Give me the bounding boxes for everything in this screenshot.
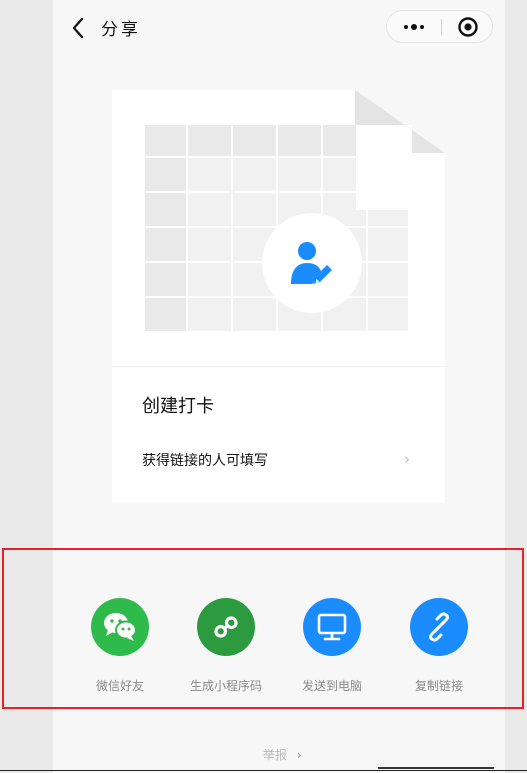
monitor-icon [303,598,361,656]
chevron-right-icon: › [296,748,302,762]
back-button[interactable] [67,16,89,40]
share-mini-program-code[interactable]: 生成小程序码 [181,598,271,694]
avatar [262,213,362,313]
link-icon [410,598,468,656]
share-send-to-computer[interactable]: 发送到电脑 [287,598,377,694]
share-copy-link[interactable]: 复制链接 [394,598,484,694]
share-page: 分享 创建打卡 获得链接的人可填写 › 微信好友 生成小程序码 发送到电脑 复制… [53,0,505,773]
share-wechat-friend[interactable]: 微信好友 [75,598,165,694]
share-card[interactable]: 创建打卡 获得链接的人可填写 › [112,90,445,503]
top-navigation-bar: 分享 [53,0,505,58]
share-label: 微信好友 [95,679,144,693]
chevron-right-icon[interactable]: › [404,450,410,468]
spreadsheet-illustration [145,125,412,331]
card-title: 创建打卡 [142,396,214,417]
user-edit-icon [291,242,332,284]
more-dots-icon [404,24,408,29]
target-circle-icon [457,16,478,37]
bottom-edge-line [0,770,527,771]
home-indicator [378,767,494,769]
mini-program-icon [197,598,255,656]
page-title: 分享 [101,20,141,40]
more-button[interactable] [388,12,440,41]
wechat-icon [91,598,149,656]
close-button[interactable] [444,12,491,41]
chevron-left-icon [72,17,84,39]
report-label: 举报 [263,748,288,762]
card-permission-text: 获得链接的人可填写 [142,453,268,469]
report-link[interactable]: 举报 › [263,746,302,763]
mini-program-capsule [386,10,493,43]
share-label: 生成小程序码 [189,679,262,693]
card-divider [112,366,445,367]
capsule-divider [441,19,442,35]
share-label: 复制链接 [414,679,463,693]
share-label: 发送到电脑 [301,679,362,693]
